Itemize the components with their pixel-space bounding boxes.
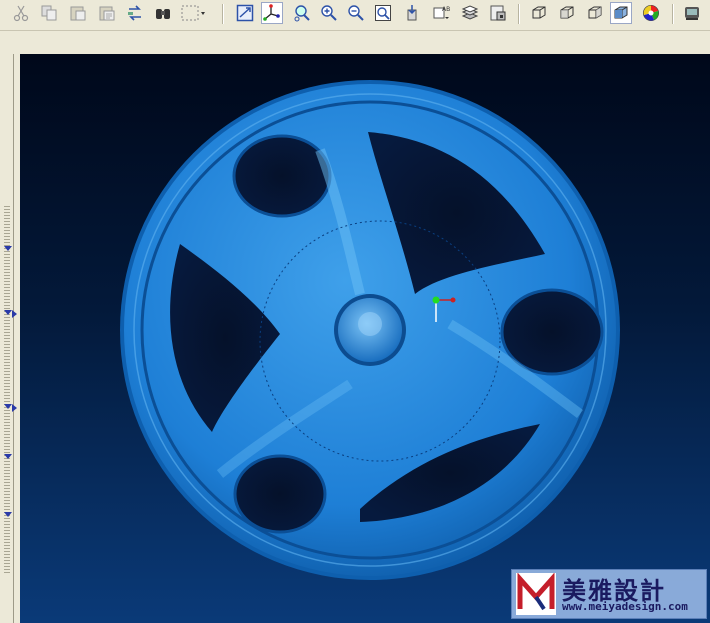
zoom-out-icon[interactable] <box>345 2 367 24</box>
hole-bottom-left <box>233 454 327 534</box>
clipboard-view-icon[interactable] <box>487 2 509 24</box>
shaded-view-icon[interactable] <box>610 2 632 24</box>
hole-right <box>500 288 604 376</box>
swap-icon[interactable] <box>124 2 146 24</box>
zoom-in-icon[interactable] <box>318 2 340 24</box>
zoom-window-icon[interactable] <box>372 2 394 24</box>
find-icon[interactable] <box>152 2 174 24</box>
color-wheel-icon[interactable] <box>640 2 662 24</box>
collapse-arrow-icon[interactable] <box>4 454 12 459</box>
trihedron-icon[interactable] <box>261 2 283 24</box>
3d-viewport[interactable] <box>20 54 710 623</box>
paste-special-icon[interactable] <box>96 2 118 24</box>
splitter-line <box>13 54 14 623</box>
rename-icon[interactable]: AB <box>430 2 452 24</box>
hole-top-left <box>232 134 332 218</box>
collapse-arrow-icon[interactable] <box>4 246 12 251</box>
zoom-area-icon[interactable] <box>291 2 313 24</box>
expand-arrow-icon[interactable] <box>12 404 17 412</box>
watermark-url: www.meiyadesign.com <box>562 600 688 613</box>
render-icon[interactable] <box>681 2 703 24</box>
collapse-arrow-icon[interactable] <box>4 512 12 517</box>
zoom-fit-icon[interactable] <box>234 2 256 24</box>
collapse-arrow-icon[interactable] <box>4 404 12 409</box>
main-toolbar: AB <box>0 0 710 31</box>
cut-icon[interactable] <box>10 2 32 24</box>
normal-view-icon[interactable] <box>402 2 424 24</box>
toolbar-spacer <box>0 31 710 54</box>
copy-icon[interactable] <box>38 2 60 24</box>
side-view-icon[interactable] <box>584 2 606 24</box>
select-box-icon[interactable] <box>180 2 206 24</box>
meiya-logo-icon <box>516 573 556 615</box>
wheel-cover-model <box>120 80 620 580</box>
paste-icon[interactable] <box>67 2 89 24</box>
left-panel-splitter[interactable] <box>0 54 20 623</box>
front-view-icon[interactable] <box>556 2 578 24</box>
expand-arrow-icon[interactable] <box>12 310 17 318</box>
collapse-arrow-icon[interactable] <box>4 310 12 315</box>
watermark-badge: 美雅設計 www.meiyadesign.com <box>511 569 707 619</box>
svg-text:AB: AB <box>442 6 450 13</box>
layers-icon[interactable] <box>459 2 481 24</box>
iso-view-icon[interactable] <box>528 2 550 24</box>
splitter-grip[interactable] <box>4 204 10 574</box>
